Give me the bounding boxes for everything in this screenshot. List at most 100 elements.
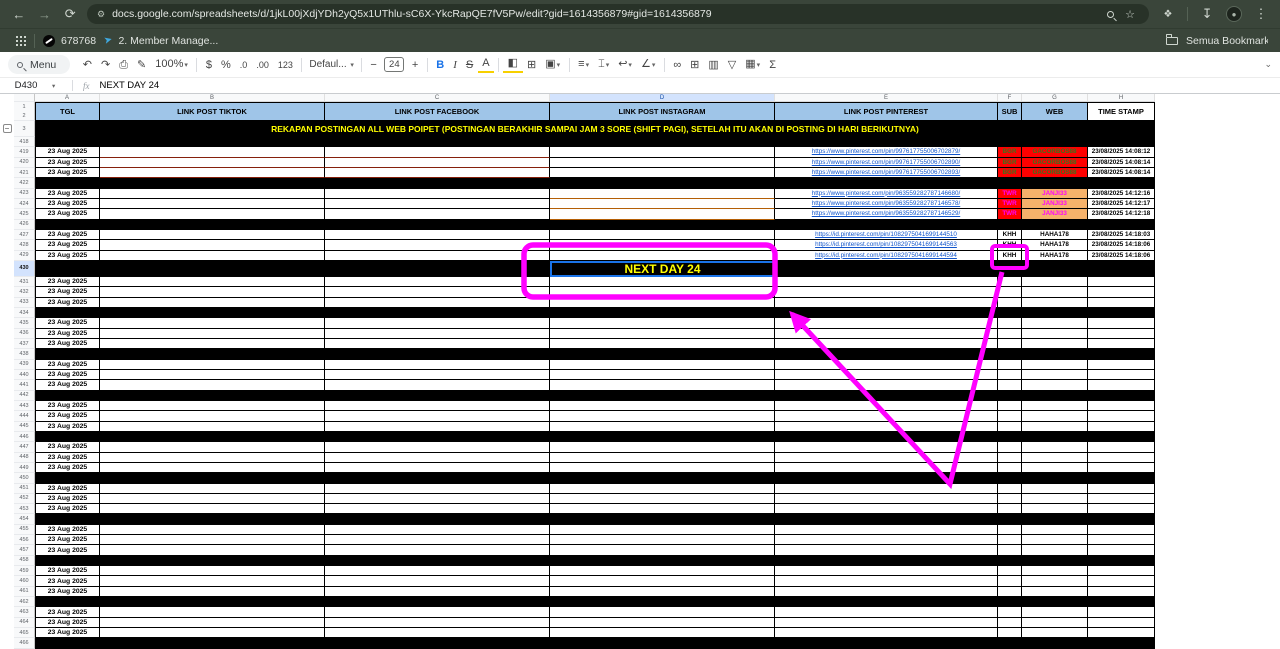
cell-E449[interactable] <box>775 463 998 473</box>
cell-A453[interactable]: 23 Aug 2025 <box>35 504 100 514</box>
cell-B420[interactable] <box>100 158 325 168</box>
cell-D456[interactable] <box>550 535 775 545</box>
cell-H432[interactable] <box>1088 287 1155 297</box>
row-header-453[interactable]: 453 <box>14 504 35 514</box>
cell-F427[interactable]: KHH <box>998 230 1022 240</box>
site-settings-icon[interactable]: ⚙ <box>97 9 105 20</box>
cell-H433[interactable] <box>1088 298 1155 308</box>
row-header-460[interactable]: 460 <box>14 576 35 586</box>
cell-C451[interactable] <box>325 484 550 494</box>
strikethrough-button[interactable]: S <box>461 53 477 77</box>
cell-C425[interactable] <box>325 209 550 219</box>
cell-B444[interactable] <box>100 411 325 421</box>
cell-C435[interactable] <box>325 318 550 328</box>
cell-E453[interactable] <box>775 504 998 514</box>
cell-B441[interactable] <box>100 380 325 390</box>
italic-button[interactable]: I <box>449 53 462 77</box>
separator-row-418[interactable] <box>35 137 1155 147</box>
cell-H456[interactable] <box>1088 535 1155 545</box>
cell-F449[interactable] <box>998 463 1022 473</box>
row-header-433[interactable]: 433 <box>14 298 35 308</box>
cell-F432[interactable] <box>998 287 1022 297</box>
cell-F445[interactable] <box>998 422 1022 432</box>
cell-D447[interactable] <box>550 442 775 452</box>
cell-B465[interactable] <box>100 628 325 638</box>
cell-D445[interactable] <box>550 422 775 432</box>
cell-E456[interactable] <box>775 535 998 545</box>
cell-B431[interactable] <box>100 277 325 287</box>
cell-H421[interactable]: 23/08/2025 14:08:14 <box>1088 168 1155 178</box>
cell-A424[interactable]: 23 Aug 2025 <box>35 199 100 209</box>
cell-D433[interactable] <box>550 298 775 308</box>
extensions-icon[interactable]: ❖ <box>1159 9 1177 20</box>
cell-G439[interactable] <box>1022 360 1088 370</box>
cell-F424[interactable]: TWR <box>998 199 1022 209</box>
cell-A427[interactable]: 23 Aug 2025 <box>35 230 100 240</box>
row-header-450[interactable]: 450 <box>14 473 35 483</box>
cell-G457[interactable] <box>1022 545 1088 555</box>
cell-E419[interactable]: https://www.pinterest.com/pin/9976177550… <box>775 147 998 157</box>
cell-C437[interactable] <box>325 339 550 349</box>
cell-H452[interactable] <box>1088 494 1155 504</box>
cell-A428[interactable]: 23 Aug 2025 <box>35 240 100 250</box>
cell-B463[interactable] <box>100 607 325 617</box>
cell-F452[interactable] <box>998 494 1022 504</box>
row-header-447[interactable]: 447 <box>14 442 35 452</box>
url-bar[interactable]: ⚙ docs.google.com/spreadsheets/d/1jkL00j… <box>87 4 1149 24</box>
row-header-455[interactable]: 455 <box>14 525 35 535</box>
cell-G423[interactable]: JANJI33 <box>1022 189 1088 199</box>
cell-D421[interactable] <box>550 168 775 178</box>
row-header-457[interactable]: 457 <box>14 545 35 555</box>
number-format-button[interactable]: 123 <box>273 53 297 77</box>
functions-button[interactable]: Σ <box>765 53 781 77</box>
cell-G461[interactable] <box>1022 587 1088 597</box>
cell-A459[interactable]: 23 Aug 2025 <box>35 566 100 576</box>
cell-F453[interactable] <box>998 504 1022 514</box>
cell-C440[interactable] <box>325 370 550 380</box>
reload-icon[interactable]: ⟳ <box>61 6 79 22</box>
bookmark-star-icon[interactable]: ☆ <box>1121 8 1139 21</box>
insert-chart-button[interactable]: ▥ <box>704 53 723 77</box>
cell-D461[interactable] <box>550 587 775 597</box>
cell-B452[interactable] <box>100 494 325 504</box>
cell-H436[interactable] <box>1088 329 1155 339</box>
cell-H464[interactable] <box>1088 618 1155 628</box>
cell-H431[interactable] <box>1088 277 1155 287</box>
row-header-430[interactable]: 430 <box>14 261 35 277</box>
row-header-459[interactable]: 459 <box>14 566 35 576</box>
header-cell-link-post-pinterest[interactable]: LINK POST PINTEREST <box>775 102 998 121</box>
cell-H460[interactable] <box>1088 576 1155 586</box>
cell-D459[interactable] <box>550 566 775 576</box>
cell-C421[interactable] <box>325 168 550 178</box>
cell-D432[interactable] <box>550 287 775 297</box>
cell-G441[interactable] <box>1022 380 1088 390</box>
cell-C465[interactable] <box>325 628 550 638</box>
cell-B424[interactable] <box>100 199 325 209</box>
cell-C433[interactable] <box>325 298 550 308</box>
cell-G463[interactable] <box>1022 607 1088 617</box>
group-collapse-button[interactable]: − <box>3 124 12 133</box>
cell-D420[interactable] <box>550 158 775 168</box>
cell-C445[interactable] <box>325 422 550 432</box>
cell-G433[interactable] <box>1022 298 1088 308</box>
cell-E444[interactable] <box>775 411 998 421</box>
cell-E464[interactable] <box>775 618 998 628</box>
cell-E443[interactable] <box>775 401 998 411</box>
cell-A425[interactable]: 23 Aug 2025 <box>35 209 100 219</box>
row-header-456[interactable]: 456 <box>14 535 35 545</box>
cell-H428[interactable]: 23/08/2025 14:18:06 <box>1088 240 1155 250</box>
separator-row-422[interactable] <box>35 178 1155 188</box>
next-day-callout selected-cell[interactable]: NEXT DAY 24 <box>550 261 775 277</box>
row-header-3[interactable]: 3 <box>14 121 35 137</box>
row-header-434[interactable]: 434 <box>14 308 35 318</box>
column-header-D[interactable]: D <box>550 94 775 102</box>
cell-B461[interactable] <box>100 587 325 597</box>
cell-F463[interactable] <box>998 607 1022 617</box>
cell-E461[interactable] <box>775 587 998 597</box>
cell-H424[interactable]: 23/08/2025 14:12:17 <box>1088 199 1155 209</box>
all-bookmarks-button[interactable]: Semua Bookmark <box>1158 34 1268 48</box>
cell-C459[interactable] <box>325 566 550 576</box>
paint-format-button[interactable]: ✎ <box>133 53 151 77</box>
forward-icon[interactable]: → <box>36 7 54 22</box>
cell-C419[interactable] <box>325 147 550 157</box>
